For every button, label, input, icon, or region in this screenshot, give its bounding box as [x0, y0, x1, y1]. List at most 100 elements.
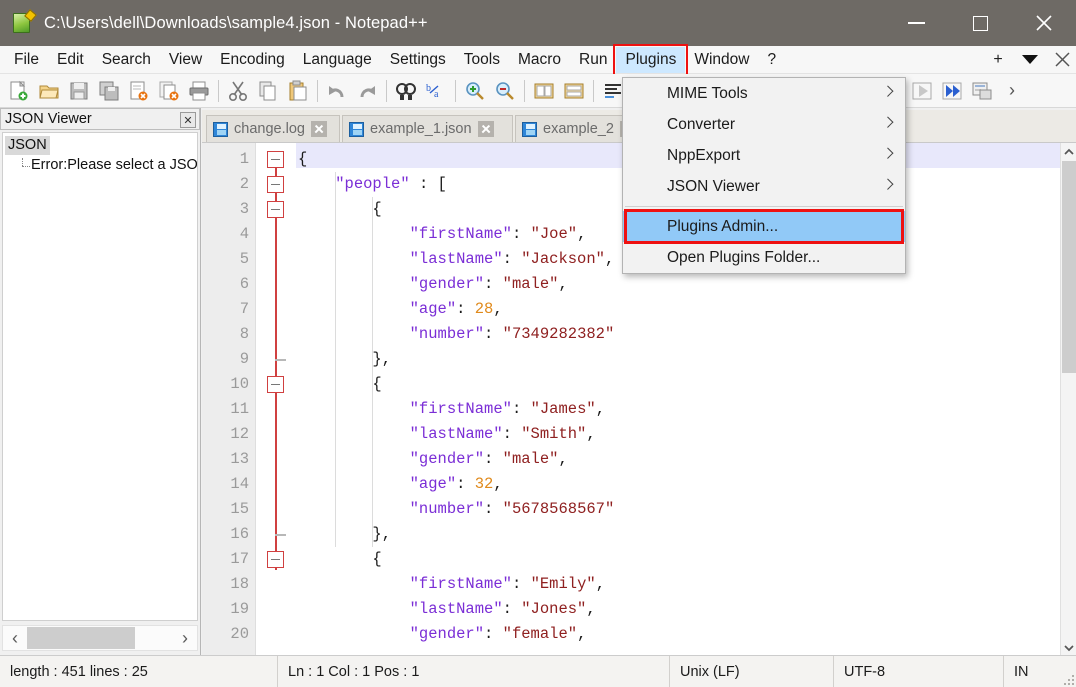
add-tab-button[interactable]: + [990, 52, 1006, 68]
json-viewer-tree[interactable]: JSON Error:Please select a JSO [2, 132, 198, 621]
scroll-thumb[interactable] [27, 627, 135, 649]
menu-item-converter[interactable]: Converter [623, 109, 905, 140]
menu-item-nppexport[interactable]: NppExport [623, 140, 905, 171]
notepad-plus-plus-icon [12, 12, 34, 34]
find-icon[interactable] [391, 76, 421, 106]
code-token-str: "Jones" [521, 600, 586, 618]
tab-label: example_1.json [370, 121, 472, 137]
menu-item-mime-tools[interactable]: MIME Tools [623, 78, 905, 109]
plugins-dropdown-menu[interactable]: MIME ToolsConverterNppExportJSON Viewer P… [622, 77, 906, 274]
scroll-thumb[interactable] [1062, 161, 1076, 373]
resize-grip-icon[interactable] [1062, 673, 1074, 685]
code-line: "gender": "female", [298, 622, 586, 647]
open-file-icon[interactable] [34, 76, 64, 106]
menu-macro-button[interactable]: Macro [509, 47, 570, 73]
minimize-button[interactable] [884, 0, 948, 46]
fold-toggle-icon[interactable] [267, 176, 284, 193]
code-token-pun [298, 250, 410, 268]
close-icon[interactable] [478, 121, 494, 137]
menu-run-button[interactable]: Run [570, 47, 616, 73]
menu-language-button[interactable]: Language [294, 47, 381, 73]
code-line: }, [298, 347, 391, 372]
menu-tools-button[interactable]: Tools [455, 47, 509, 73]
code-token-pun: { [298, 375, 382, 393]
menu-item-open-plugins-folder[interactable]: Open Plugins Folder... [623, 242, 905, 273]
code-token-pun: , [605, 250, 614, 268]
code-token-key: "firstName" [410, 400, 512, 418]
code-line: { [298, 547, 382, 572]
save-icon[interactable] [64, 76, 94, 106]
scroll-left-icon[interactable]: ‹ [3, 626, 27, 650]
tab-list-button[interactable] [1022, 55, 1038, 64]
maximize-button[interactable] [948, 0, 1012, 46]
close-file-icon[interactable] [124, 76, 154, 106]
tree-child-node[interactable]: Error:Please select a JSO [17, 157, 197, 173]
scroll-up-icon[interactable] [1061, 143, 1076, 160]
menu-plugins-button[interactable]: Plugins [616, 47, 685, 73]
menu-encoding-button[interactable]: Encoding [211, 47, 294, 73]
menu-file-button[interactable]: File [5, 47, 48, 73]
redo-icon[interactable] [352, 76, 382, 106]
zoom-in-icon[interactable] [460, 76, 490, 106]
code-token-key: "lastName" [410, 600, 503, 618]
new-file-icon[interactable] [4, 76, 34, 106]
code-token-str: "7349282382" [503, 325, 615, 343]
close-all-files-icon[interactable] [154, 76, 184, 106]
code-token-pun: }, [298, 525, 391, 543]
menu-item-json-viewer[interactable]: JSON Viewer [623, 171, 905, 202]
replace-icon[interactable]: ba [421, 76, 451, 106]
fold-toggle-icon[interactable] [267, 376, 284, 393]
menu-window-button[interactable]: Window [685, 47, 758, 73]
code-token-pun [298, 625, 410, 643]
code-folding-margin[interactable] [257, 143, 295, 655]
scroll-right-icon[interactable]: › [173, 626, 197, 650]
close-icon[interactable]: ✕ [180, 112, 196, 128]
code-token-pun: , [493, 300, 502, 318]
sync-vertical-scroll-icon[interactable] [529, 76, 559, 106]
code-line: "gender": "male", [298, 272, 568, 297]
fold-end-marker [275, 359, 286, 361]
menu--button[interactable]: ? [758, 47, 785, 73]
editor-vertical-scrollbar[interactable] [1060, 143, 1076, 655]
paste-icon[interactable] [283, 76, 313, 106]
code-token-pun: }, [298, 350, 391, 368]
cut-icon[interactable] [223, 76, 253, 106]
fold-toggle-icon[interactable] [267, 201, 284, 218]
code-token-pun: : [484, 325, 503, 343]
copy-icon[interactable] [253, 76, 283, 106]
print-icon[interactable] [184, 76, 214, 106]
menu-edit-button[interactable]: Edit [48, 47, 93, 73]
status-eol-format[interactable]: Unix (LF) [670, 656, 834, 687]
save-all-icon[interactable] [94, 76, 124, 106]
menu-item-plugins-admin[interactable]: Plugins Admin... [623, 211, 905, 242]
status-length-lines: length : 451 lines : 25 [0, 656, 278, 687]
fold-toggle-icon[interactable] [267, 551, 284, 568]
document-tab[interactable]: change.log [206, 115, 340, 142]
undo-icon[interactable] [322, 76, 352, 106]
json-viewer-horizontal-scrollbar[interactable]: ‹ › [2, 625, 198, 651]
menu-settings-button[interactable]: Settings [381, 47, 455, 73]
code-token-pun: : [ [410, 175, 447, 193]
status-caret-position: Ln : 1 Col : 1 Pos : 1 [278, 656, 670, 687]
svg-text:a: a [434, 89, 439, 100]
scroll-track[interactable] [27, 626, 173, 650]
tree-root-node[interactable]: JSON [5, 136, 50, 155]
document-tab[interactable]: example_1.json [342, 115, 513, 142]
toolbar-overflow-button[interactable]: › [997, 76, 1027, 106]
zoom-out-icon[interactable] [490, 76, 520, 106]
close-icon[interactable] [1012, 0, 1076, 46]
menu-search-button[interactable]: Search [93, 47, 160, 73]
code-line: "lastName": "Jackson", [298, 247, 614, 272]
close-icon[interactable] [311, 121, 327, 137]
save-macro-icon[interactable] [967, 76, 997, 106]
sync-horizontal-scroll-icon[interactable] [559, 76, 589, 106]
status-encoding[interactable]: UTF-8 [834, 656, 1004, 687]
line-number: 9 [203, 347, 249, 372]
run-macro-multiple-icon[interactable] [937, 76, 967, 106]
menu-view-button[interactable]: View [160, 47, 211, 73]
play-macro-icon[interactable] [907, 76, 937, 106]
fold-toggle-icon[interactable] [267, 151, 284, 168]
close-document-button[interactable] [1054, 52, 1070, 68]
scroll-down-icon[interactable] [1061, 639, 1076, 655]
code-line: "age": 28, [298, 297, 503, 322]
